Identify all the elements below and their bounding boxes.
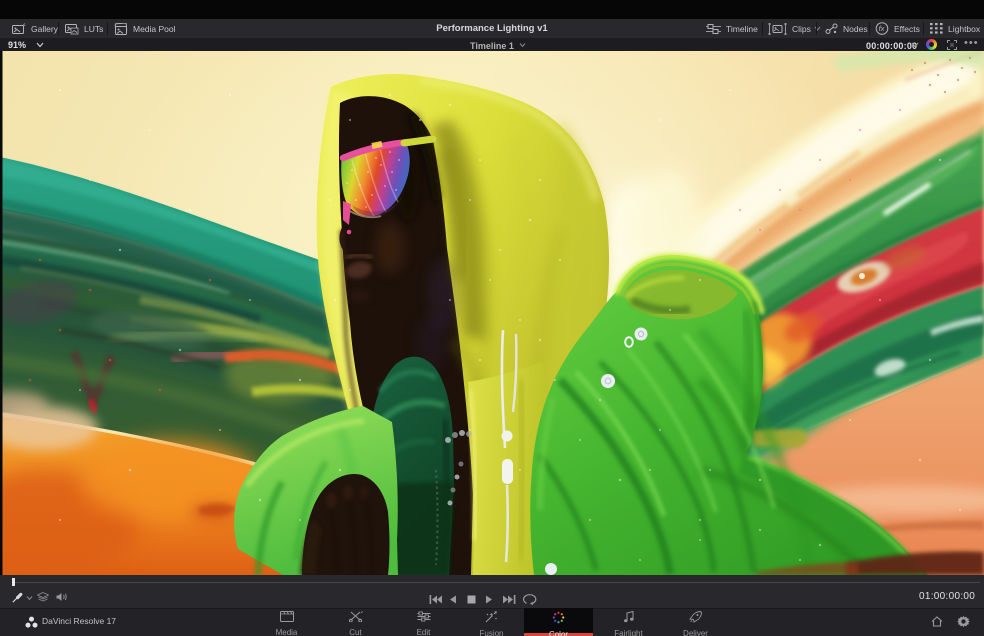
svg-text:fx: fx: [879, 24, 885, 33]
